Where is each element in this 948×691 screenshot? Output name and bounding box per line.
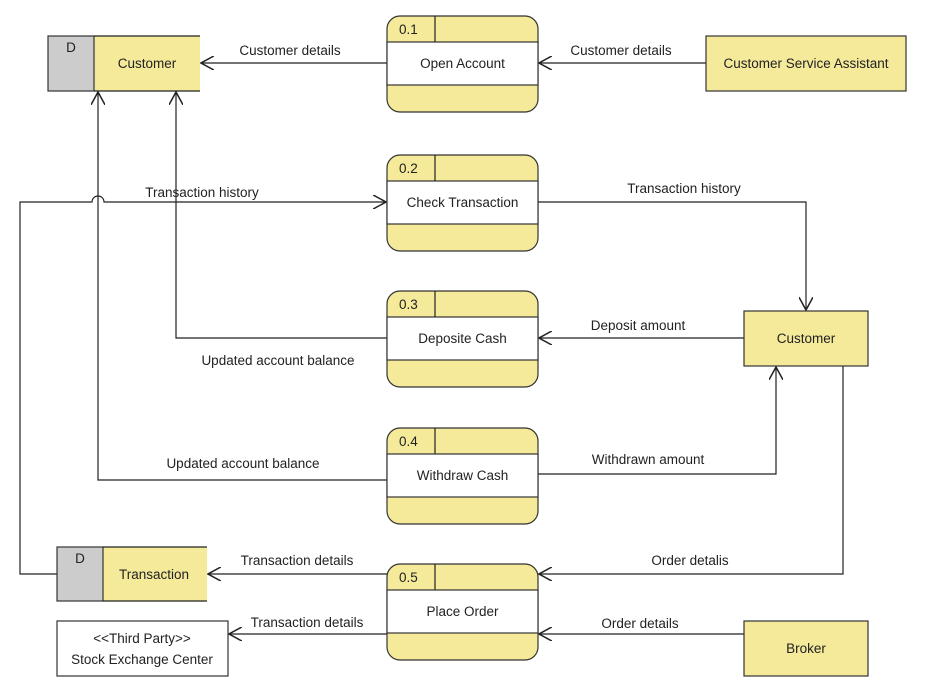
entity-name: Broker	[786, 641, 826, 656]
entity-customer[interactable]: Customer	[743, 310, 869, 367]
process-number: 0.1	[399, 22, 418, 37]
flow-customer-to-place-order[interactable]: Order detalis	[539, 366, 844, 574]
data-store-transaction[interactable]: D Transaction	[56, 546, 207, 602]
flow-csa-to-open-account[interactable]: Customer details	[539, 43, 706, 63]
flow-label: Deposit amount	[591, 318, 686, 333]
flow-label: Transaction details	[241, 553, 354, 568]
flow-withdraw-to-customer[interactable]: Withdrawn amount	[538, 367, 776, 475]
flow-label: Updated account balance	[201, 353, 354, 368]
flow-withdraw-to-customer-store[interactable]: Updated account balance	[98, 92, 387, 481]
process-0-2[interactable]: 0.2 Check Transaction	[386, 154, 539, 252]
flow-place-order-to-transaction-store[interactable]: Transaction details	[208, 553, 387, 574]
store-name: Transaction	[119, 567, 189, 582]
process-name: Place Order	[426, 604, 499, 619]
flow-label: Updated account balance	[166, 456, 319, 471]
process-number: 0.4	[399, 434, 418, 449]
process-name: Open Account	[420, 56, 505, 71]
flow-broker-to-place-order[interactable]: Order details	[539, 616, 744, 634]
flow-transaction-store-to-check-transaction[interactable]: Transaction history	[19, 185, 386, 575]
entity-stock-exchange-center[interactable]: <<Third Party>> Stock Exchange Center	[56, 620, 229, 677]
entity-customer-service-assistant[interactable]: Customer Service Assistant	[705, 35, 907, 92]
entity-name: Customer Service Assistant	[723, 56, 888, 71]
flow-label: Transaction history	[145, 185, 259, 200]
data-flow-diagram: Customer details Customer details Transa…	[19, 15, 907, 677]
store-id: D	[66, 40, 76, 55]
entity-name: Stock Exchange Center	[71, 652, 213, 667]
flow-open-account-to-customer-store[interactable]: Customer details	[201, 43, 387, 63]
entity-name: Customer	[777, 331, 836, 346]
entity-broker[interactable]: Broker	[743, 620, 869, 677]
process-0-4[interactable]: 0.4 Withdraw Cash	[386, 427, 539, 525]
flow-place-order-to-stock-exchange[interactable]: Transaction details	[229, 615, 387, 634]
flow-label: Transaction details	[251, 615, 364, 630]
process-name: Withdraw Cash	[417, 468, 509, 483]
process-name: Check Transaction	[407, 195, 519, 210]
store-id: D	[75, 551, 85, 566]
process-name: Deposite Cash	[418, 331, 507, 346]
flow-check-transaction-to-customer[interactable]: Transaction history	[538, 181, 806, 310]
process-0-3[interactable]: 0.3 Deposite Cash	[386, 290, 539, 388]
flow-label: Withdrawn amount	[592, 452, 705, 467]
entity-stereotype: <<Third Party>>	[93, 631, 191, 646]
flow-customer-to-deposit[interactable]: Deposit amount	[539, 318, 744, 338]
flow-label: Customer details	[239, 43, 341, 58]
flow-label: Order detalis	[651, 553, 729, 568]
flow-label: Transaction history	[627, 181, 741, 196]
flow-label: Order details	[601, 616, 679, 631]
process-0-1[interactable]: 0.1 Open Account	[386, 15, 539, 113]
process-number: 0.5	[399, 570, 418, 585]
flow-deposit-to-customer-store[interactable]: Updated account balance	[176, 92, 387, 368]
process-0-5[interactable]: 0.5 Place Order	[386, 563, 539, 661]
store-name: Customer	[118, 56, 177, 71]
process-number: 0.2	[399, 161, 418, 176]
process-number: 0.3	[399, 297, 418, 312]
data-store-customer[interactable]: D Customer	[47, 35, 200, 92]
flow-label: Customer details	[570, 43, 672, 58]
